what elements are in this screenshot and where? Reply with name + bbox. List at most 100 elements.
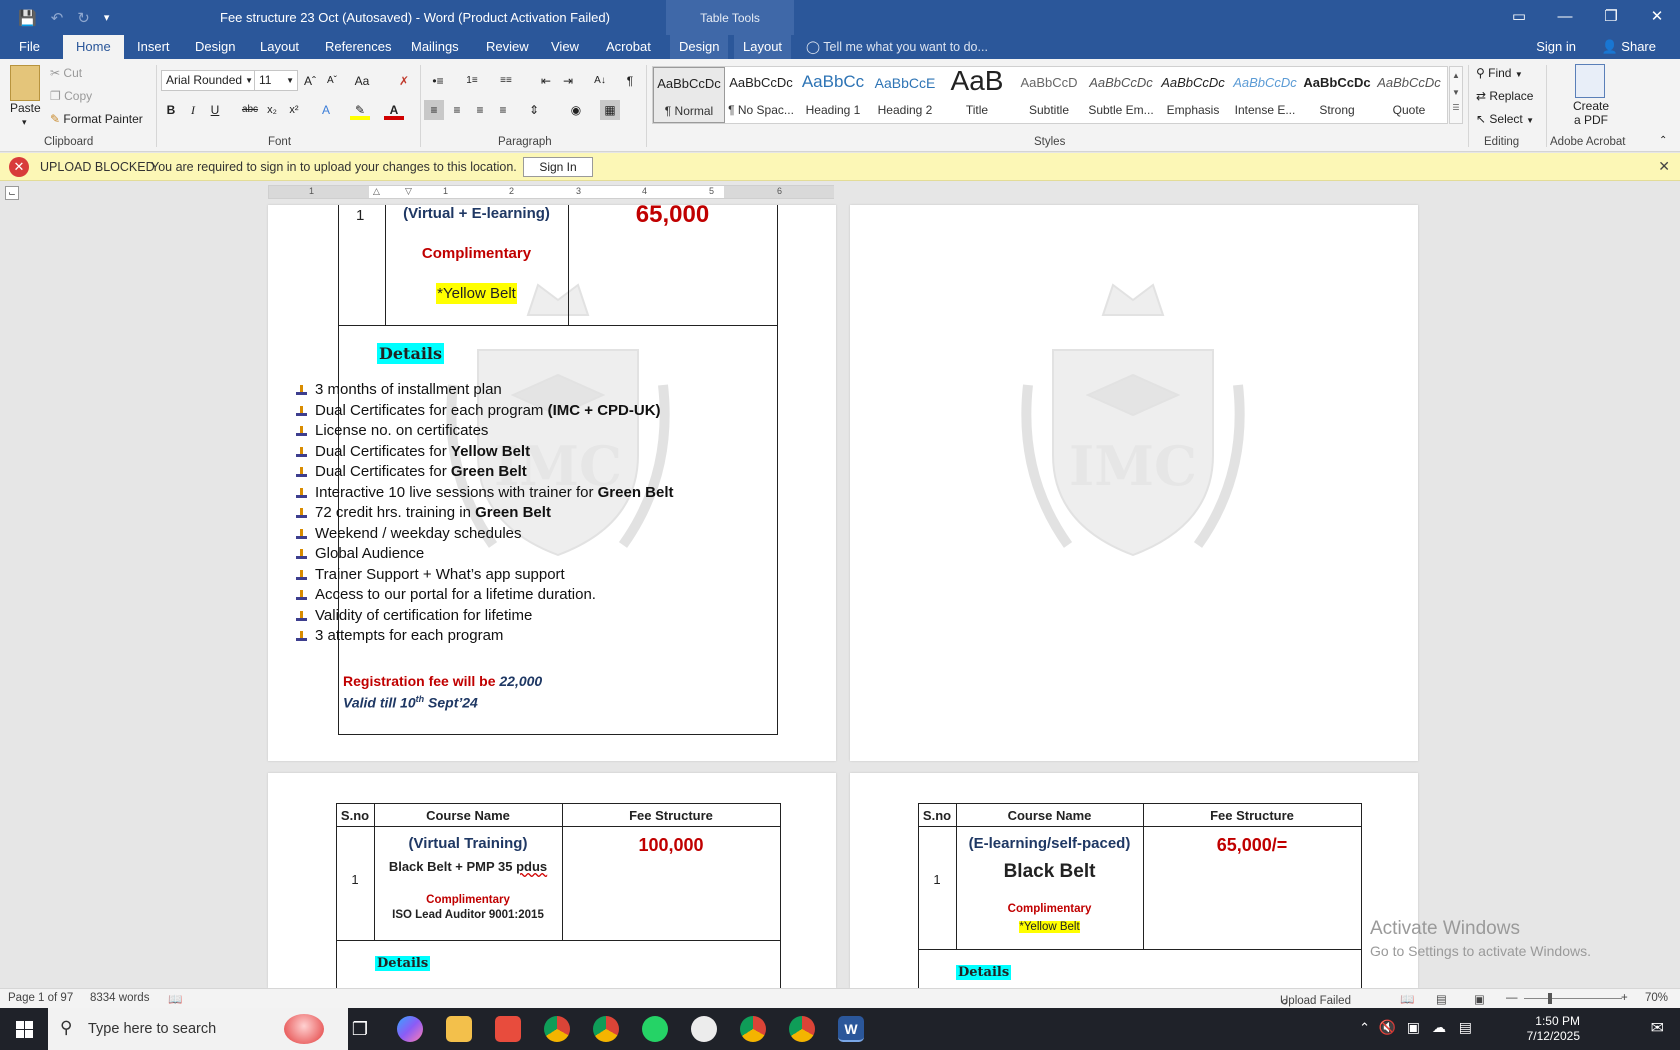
ribbon-display-options-icon[interactable]: ▭ bbox=[1496, 0, 1542, 32]
style-title[interactable]: AaB Title bbox=[941, 65, 1013, 123]
show-formatting-marks-icon[interactable]: ¶ bbox=[620, 71, 640, 91]
weather-icon[interactable]: ☁ bbox=[1432, 1019, 1446, 1036]
document-page[interactable]: S.no Course Name Fee Structure 1 (Virtua… bbox=[268, 773, 836, 988]
tab-file[interactable]: File bbox=[10, 35, 49, 59]
subscript-icon[interactable]: x₂ bbox=[262, 100, 282, 120]
select-button[interactable]: ↖ Select ▼ bbox=[1476, 112, 1534, 126]
zoom-in-icon[interactable]: + bbox=[1621, 992, 1628, 1004]
style-emphasis[interactable]: AaBbCcDc Emphasis bbox=[1157, 67, 1229, 123]
shading-icon[interactable]: ◉ bbox=[566, 100, 586, 120]
sort-icon[interactable]: A↓ bbox=[590, 71, 610, 91]
file-explorer-icon[interactable] bbox=[446, 1016, 472, 1042]
redo-icon[interactable]: ↻ bbox=[77, 9, 90, 27]
styles-gallery-scroll[interactable]: ▲ ▼ ☰ bbox=[1449, 66, 1463, 124]
style-no-spacing[interactable]: AaBbCcDc ¶ No Spac... bbox=[725, 67, 797, 123]
tab-view[interactable]: View bbox=[542, 35, 588, 59]
proofing-icon[interactable]: 📖 bbox=[168, 992, 182, 1006]
copilot-icon[interactable] bbox=[397, 1016, 423, 1042]
print-layout-icon[interactable]: ▤ bbox=[1436, 992, 1447, 1006]
word-count[interactable]: 8334 words bbox=[90, 992, 149, 1004]
volume-muted-icon[interactable]: 🔇 bbox=[1379, 1019, 1396, 1036]
tab-review[interactable]: Review bbox=[477, 35, 538, 59]
task-view-icon[interactable]: ❐ bbox=[347, 1016, 373, 1042]
shrink-font-icon[interactable]: Aˇ bbox=[322, 71, 342, 91]
text-effects-icon[interactable]: A bbox=[316, 100, 336, 120]
borders-icon[interactable]: ▦ bbox=[600, 100, 620, 120]
sign-in-link[interactable]: Sign in bbox=[1536, 35, 1576, 59]
app-icon[interactable] bbox=[495, 1016, 521, 1042]
close-button[interactable]: ✕ bbox=[1634, 0, 1680, 32]
chrome-icon[interactable] bbox=[544, 1016, 570, 1042]
increase-indent-icon[interactable]: ⇥ bbox=[558, 71, 578, 91]
align-left-icon[interactable]: ≡ bbox=[424, 100, 444, 120]
word-icon[interactable]: W bbox=[838, 1016, 864, 1042]
more-icon[interactable]: ☰ bbox=[1450, 103, 1462, 112]
chevron-down-icon[interactable]: ▼ bbox=[1450, 88, 1462, 97]
italic-icon[interactable]: I bbox=[183, 100, 203, 120]
customize-qat-icon[interactable]: ▾ bbox=[104, 11, 110, 24]
indent-marker-icon[interactable]: ▽ bbox=[405, 186, 412, 197]
decrease-indent-icon[interactable]: ⇤ bbox=[536, 71, 556, 91]
find-button[interactable]: ⚲ Find ▼ bbox=[1476, 66, 1523, 80]
clock-app-icon[interactable] bbox=[691, 1016, 717, 1042]
chevron-down-icon[interactable]: ▼ bbox=[245, 76, 253, 85]
tell-me-box[interactable]: ◯ Tell me what you want to do... bbox=[806, 35, 988, 59]
replace-button[interactable]: ⇄ Replace bbox=[1476, 89, 1533, 103]
tab-home[interactable]: Home bbox=[63, 35, 124, 59]
tab-table-design[interactable]: Design bbox=[670, 35, 729, 59]
underline-icon[interactable]: U bbox=[205, 100, 225, 120]
whatsapp-icon[interactable] bbox=[642, 1016, 668, 1042]
taskbar-search-box[interactable]: ⚲ Type here to search bbox=[48, 1008, 348, 1050]
paste-button[interactable]: Paste bbox=[10, 101, 41, 115]
network-icon[interactable]: ▤ bbox=[1459, 1019, 1472, 1036]
chevron-up-icon[interactable]: ⌃ bbox=[1359, 1020, 1370, 1036]
save-icon[interactable]: 💾 bbox=[18, 9, 37, 27]
chevron-down-icon[interactable]: ▼ bbox=[286, 76, 294, 85]
tab-design[interactable]: Design bbox=[186, 35, 244, 59]
font-color-icon[interactable]: A bbox=[384, 100, 404, 120]
chevron-up-icon[interactable]: ▲ bbox=[1450, 71, 1462, 80]
bullets-icon[interactable]: •≡ bbox=[428, 71, 448, 91]
meet-now-icon[interactable]: ▣ bbox=[1407, 1019, 1420, 1036]
align-center-icon[interactable]: ≡ bbox=[447, 100, 467, 120]
numbering-icon[interactable]: 1≡ bbox=[462, 71, 482, 91]
line-spacing-icon[interactable]: ⇕ bbox=[524, 100, 544, 120]
horizontal-ruler[interactable]: 1 1 2 3 4 5 6 △ ▽ bbox=[268, 185, 834, 199]
tab-selector[interactable]: ⌙ bbox=[5, 186, 19, 200]
tab-table-layout[interactable]: Layout bbox=[734, 35, 792, 59]
style-heading-2[interactable]: AaBbCcE Heading 2 bbox=[869, 67, 941, 123]
clock[interactable]: 1:50 PM 7/12/2025 bbox=[1527, 1014, 1580, 1044]
document-page[interactable]: IMC 1 (Virtual + E-learning) Complimenta… bbox=[268, 205, 836, 761]
windows-start-button[interactable] bbox=[0, 1008, 48, 1050]
notification-icon[interactable]: ✉ bbox=[1651, 1018, 1664, 1038]
clear-formatting-icon[interactable]: ✗ bbox=[394, 71, 414, 91]
tab-mailings[interactable]: Mailings bbox=[402, 35, 468, 59]
style-strong[interactable]: AaBbCcDc Strong bbox=[1301, 67, 1373, 123]
style-quote[interactable]: AaBbCcDc Quote bbox=[1373, 67, 1445, 123]
chrome-icon[interactable] bbox=[740, 1016, 766, 1042]
style-intense-emphasis[interactable]: AaBbCcDc Intense E... bbox=[1229, 67, 1301, 123]
zoom-out-icon[interactable]: — bbox=[1506, 992, 1518, 1004]
web-layout-icon[interactable]: ▣ bbox=[1474, 992, 1485, 1006]
align-right-icon[interactable]: ≡ bbox=[470, 100, 490, 120]
read-mode-icon[interactable]: 📖 bbox=[1400, 992, 1414, 1006]
share-button[interactable]: 👤 Share bbox=[1601, 35, 1656, 59]
page-count[interactable]: Page 1 of 97 bbox=[8, 992, 73, 1004]
collapse-ribbon-icon[interactable]: ⌃ bbox=[1659, 135, 1667, 146]
chrome-icon[interactable] bbox=[593, 1016, 619, 1042]
superscript-icon[interactable]: x² bbox=[284, 100, 304, 120]
undo-icon[interactable]: ↶ bbox=[51, 9, 64, 27]
font-size-combo[interactable]: 11 ▼ bbox=[254, 70, 298, 91]
bold-icon[interactable]: B bbox=[161, 100, 181, 120]
restore-button[interactable]: ❐ bbox=[1588, 0, 1634, 32]
tab-layout[interactable]: Layout bbox=[251, 35, 308, 59]
multilevel-list-icon[interactable]: ≡≡ bbox=[496, 71, 516, 91]
font-name-combo[interactable]: Arial Rounded ▼ bbox=[161, 70, 257, 91]
highlight-icon[interactable]: ✎ bbox=[350, 100, 370, 120]
paste-dropdown-icon[interactable]: ▾ bbox=[22, 117, 27, 128]
document-page[interactable]: IMC bbox=[850, 205, 1418, 761]
create-pdf-button[interactable]: Create a PDF bbox=[1571, 99, 1611, 127]
zoom-slider[interactable] bbox=[1524, 998, 1622, 999]
justify-icon[interactable]: ≡ bbox=[493, 100, 513, 120]
format-painter-button[interactable]: ✎ Format Painter bbox=[50, 112, 143, 126]
